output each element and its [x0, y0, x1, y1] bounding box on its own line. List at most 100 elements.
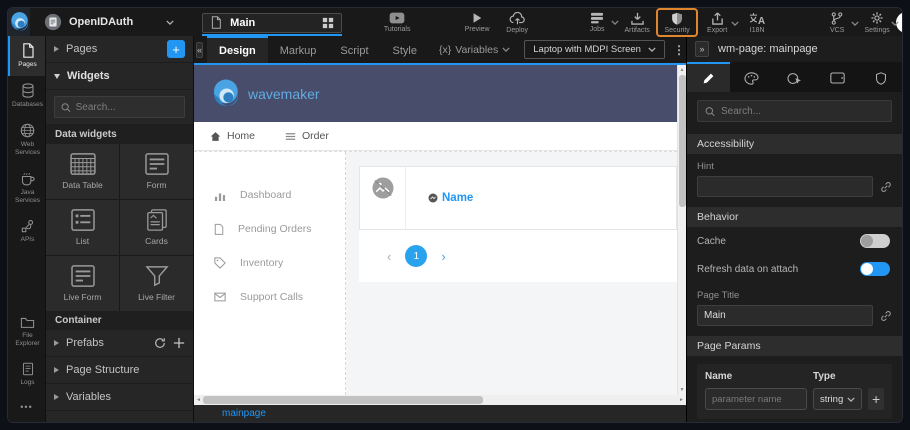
param-type-header: Type — [813, 371, 836, 382]
menu-item-inventory[interactable]: Inventory — [194, 246, 345, 280]
tab-markup[interactable]: Markup — [268, 36, 329, 63]
grid-icon[interactable] — [322, 17, 334, 29]
wavemaker-studio-window: OpenIDAuth Main Tutorials Preview Deploy — [7, 7, 903, 423]
widget-search-wrap — [46, 90, 193, 125]
collapse-right-panel-button[interactable]: » — [695, 41, 709, 57]
accessibility-section-header[interactable]: Accessibility — [687, 134, 902, 154]
property-search-box — [697, 100, 892, 122]
bind-link-icon[interactable] — [880, 181, 892, 193]
scroll-down-arrow[interactable]: ▼ — [680, 385, 685, 395]
i18n-button[interactable]: A I18N — [738, 10, 776, 35]
scroll-up-arrow[interactable]: ▲ — [680, 65, 685, 75]
widget-search-box — [54, 96, 185, 118]
rail-item-logs[interactable]: Logs — [8, 355, 45, 394]
project-icon — [44, 13, 62, 31]
rail-item-file-explorer[interactable]: File Explorer — [8, 309, 45, 355]
widget-list[interactable]: List — [46, 200, 119, 255]
vcs-branch-icon — [831, 12, 843, 25]
rail-item-java-services[interactable]: Java Services — [8, 165, 45, 212]
tab-style[interactable]: Style — [381, 36, 429, 63]
pages-icon — [21, 43, 35, 58]
menu-item-pending-orders[interactable]: Pending Orders — [194, 212, 345, 246]
add-prefab-icon[interactable] — [173, 337, 185, 349]
vcs-button[interactable]: VCS — [818, 10, 856, 35]
widget-data-table[interactable]: Data Table — [46, 144, 119, 199]
active-page-name[interactable]: mainpage — [222, 408, 266, 419]
tab-styles[interactable] — [730, 62, 773, 92]
settings-button[interactable]: Settings — [858, 9, 896, 35]
bind-link-icon[interactable] — [880, 310, 892, 322]
pages-section-header[interactable]: Pages + — [46, 36, 193, 63]
widget-live-filter[interactable]: Live Filter — [120, 256, 193, 311]
page-structure-section-header[interactable]: Page Structure — [46, 357, 193, 384]
menu-item-dashboard[interactable]: Dashboard — [194, 178, 345, 212]
canvas-vertical-scrollbar[interactable]: ▲ ▼ — [677, 65, 686, 395]
variables-dropdown[interactable]: {x} Variables — [429, 36, 520, 63]
rail-more-button[interactable]: ••• — [8, 394, 45, 422]
property-search-input[interactable] — [721, 106, 884, 117]
add-page-button[interactable]: + — [167, 40, 185, 58]
pagination-next-button[interactable]: › — [441, 249, 445, 264]
pagination-page-1[interactable]: 1 — [405, 245, 427, 267]
design-canvas: wavemaker Home Order — [194, 63, 686, 395]
widgets-section-header[interactable]: Widgets — [46, 63, 193, 90]
deploy-button[interactable]: Deploy — [498, 10, 536, 35]
hint-input[interactable] — [697, 176, 873, 197]
project-switcher[interactable]: OpenIDAuth — [30, 8, 184, 36]
tab-design[interactable]: Design — [207, 36, 268, 63]
artifacts-button[interactable]: Artifacts — [618, 10, 656, 35]
i18n-language-icon: A — [749, 12, 766, 25]
vertical-scroll-thumb[interactable] — [679, 75, 686, 207]
widget-search-input[interactable] — [76, 102, 178, 113]
page-params-section-header[interactable]: Page Params — [687, 336, 902, 356]
page-body: Name ‹ 1 › — [346, 152, 677, 395]
variables-section-header[interactable]: Variables — [46, 384, 193, 411]
logs-icon — [22, 362, 34, 376]
widget-cards[interactable]: Cards — [120, 200, 193, 255]
jobs-button[interactable]: Jobs — [578, 10, 616, 34]
page-tab-main[interactable]: Main — [202, 13, 342, 33]
security-button[interactable]: Security — [658, 10, 696, 35]
scroll-left-arrow[interactable]: ◄ — [194, 397, 203, 403]
preview-button[interactable]: Preview — [458, 10, 496, 34]
page-title-field: Page Title — [687, 283, 902, 330]
behavior-section-header[interactable]: Behavior — [687, 207, 902, 227]
widget-form[interactable]: Form — [120, 144, 193, 199]
tab-device[interactable] — [816, 62, 859, 92]
prefabs-section-header[interactable]: Prefabs — [46, 330, 193, 357]
page-title-input[interactable] — [697, 305, 873, 326]
rail-item-apis[interactable]: APIs — [8, 212, 45, 251]
rail-item-pages[interactable]: Pages — [8, 36, 45, 76]
device-selector[interactable]: Laptop with MDPI Screen — [524, 40, 665, 59]
horizontal-scroll-thumb[interactable] — [203, 396, 483, 404]
add-param-button[interactable]: + — [868, 388, 884, 410]
pagination-prev-button[interactable]: ‹ — [387, 249, 391, 264]
list-item[interactable]: Name — [359, 166, 677, 230]
rail-item-databases[interactable]: Databases — [8, 76, 45, 116]
tab-properties[interactable] — [687, 62, 730, 92]
export-button[interactable]: Export — [698, 10, 736, 35]
tutorials-button[interactable]: Tutorials — [378, 10, 416, 34]
wave-icon — [8, 11, 30, 33]
param-name-input[interactable] — [705, 388, 807, 410]
tab-script[interactable]: Script — [328, 36, 380, 63]
scroll-right-arrow[interactable]: ► — [677, 397, 686, 403]
param-type-select[interactable]: string — [813, 388, 862, 410]
tab-events[interactable] — [773, 62, 816, 92]
nav-item-order[interactable]: Order — [285, 130, 329, 142]
refresh-icon[interactable] — [154, 337, 166, 349]
collapse-left-panel-button[interactable]: « — [196, 42, 203, 58]
wavemaker-logo[interactable] — [8, 8, 30, 36]
tab-security[interactable] — [859, 62, 902, 92]
rail-item-web-services[interactable]: Web Services — [8, 116, 45, 164]
cache-toggle[interactable] — [860, 234, 890, 248]
menu-item-support-calls[interactable]: Support Calls — [194, 280, 345, 314]
databases-icon — [21, 83, 35, 98]
shield-outline-icon — [875, 72, 887, 85]
refresh-data-toggle[interactable] — [860, 262, 890, 276]
nav-item-home[interactable]: Home — [210, 130, 255, 142]
bound-field-badge-icon — [428, 193, 438, 203]
page-params-table-head: Name Type — [705, 371, 884, 382]
widget-live-form[interactable]: Live Form — [46, 256, 119, 311]
canvas-horizontal-scrollbar[interactable]: ◄ ► — [194, 395, 686, 405]
